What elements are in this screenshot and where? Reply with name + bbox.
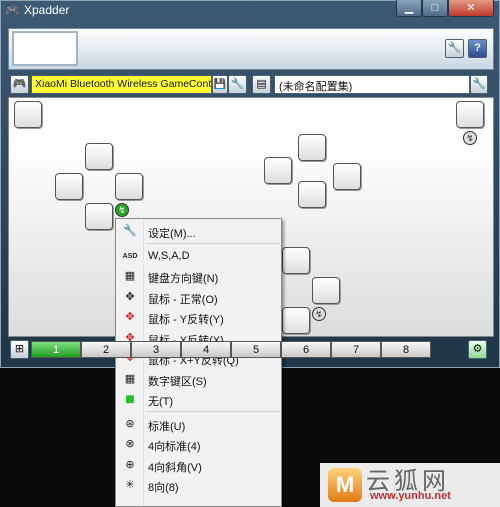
- minimize-button[interactable]: ▁: [396, 0, 422, 17]
- close-icon: ✕: [466, 2, 476, 14]
- sets-button[interactable]: ⊞: [10, 340, 29, 359]
- menu-item-label: W,S,A,D: [148, 249, 190, 262]
- set-tab-4[interactable]: 4: [181, 341, 231, 358]
- menu-separator: [146, 410, 280, 412]
- none-green-square-icon: ■: [125, 391, 135, 408]
- menu-item-label: 4向斜角(V): [148, 461, 202, 474]
- wrench-icon: 🔧: [230, 78, 245, 90]
- settings-button[interactable]: 🔧: [445, 39, 464, 58]
- menu-item-12[interactable]: ✳ 8向(8): [116, 475, 281, 496]
- gamepad-icon: 🎮: [12, 78, 27, 90]
- menu-item-label: 设定(M)...: [148, 228, 196, 240]
- menu-item-label: 8向(8): [148, 482, 179, 494]
- right-stick-badge-icon[interactable]: ↯: [312, 307, 326, 321]
- button-left-shoulder[interactable]: [14, 101, 42, 128]
- gamepad-icon: ⊞: [14, 343, 25, 355]
- maximize-icon: □: [431, 2, 439, 14]
- controller-image-slot[interactable]: [12, 31, 78, 66]
- wrench-icon: 🔧: [447, 42, 462, 54]
- stick-right-down[interactable]: [282, 307, 310, 334]
- set-settings-button[interactable]: ⚙: [468, 340, 487, 359]
- config-select[interactable]: (未命名配置集): [274, 75, 470, 94]
- menu-item-2[interactable]: ▦ 键盘方向键(N): [116, 266, 281, 287]
- menu-item-label: 数字键区(S): [148, 375, 207, 388]
- stick-right-right[interactable]: [312, 277, 340, 304]
- arrow-keys-icon: ▦: [124, 270, 136, 282]
- watermark-url: www.yunhu.net: [370, 490, 451, 502]
- green-gear-icon: ⚙: [472, 343, 483, 355]
- save-controller-button[interactable]: 💾: [212, 75, 228, 94]
- dpad-right[interactable]: [115, 173, 143, 200]
- profile-button[interactable]: ▤: [252, 75, 271, 94]
- mouse-invert-y-icon: ✥: [125, 311, 135, 323]
- menu-item-11[interactable]: ⊕ 4向斜角(V): [116, 455, 281, 476]
- profile-icon: ▤: [256, 78, 267, 90]
- button-right-shoulder[interactable]: [456, 101, 484, 128]
- mouse-normal-icon: ✥: [125, 290, 135, 303]
- set-tab-8[interactable]: 8: [381, 341, 431, 358]
- menu-item-label: 标准(U): [148, 420, 186, 433]
- dpad-down[interactable]: [85, 203, 113, 230]
- edit-controller-button[interactable]: 🔧: [228, 75, 247, 94]
- set-tab-1[interactable]: 1: [31, 341, 81, 358]
- menu-item-label: 鼠标 - 正常(O): [148, 293, 218, 306]
- set-tab-6[interactable]: 6: [281, 341, 331, 358]
- stick-context-menu: 🔧 设定(M)... ASD W,S,A,D ▦ 键盘方向键(N) ✥ 鼠标 - 正常(O) ✥…: [115, 218, 282, 507]
- close-button[interactable]: ✕: [448, 0, 494, 17]
- right-shoulder-badge-icon[interactable]: ↯: [463, 131, 477, 145]
- dpad-badge-icon[interactable]: ↯: [115, 203, 129, 217]
- standard-stick-icon: ⊛: [125, 417, 135, 430]
- face-button-left[interactable]: [264, 157, 292, 184]
- controller-select[interactable]: XiaoMi Bluetooth Wireless GameController: [31, 75, 212, 94]
- window-title: Xpadder: [24, 3, 70, 17]
- menu-item-label: 4向标准(4): [148, 441, 201, 453]
- help-icon: ?: [474, 42, 481, 54]
- menu-item-8[interactable]: ■ 无(T): [116, 389, 281, 410]
- app-icon: 🎮: [5, 3, 20, 17]
- menu-item-9[interactable]: ⊛ 标准(U): [116, 414, 281, 435]
- edit-config-button[interactable]: 🔧: [470, 75, 488, 94]
- menu-item-3[interactable]: ✥ 鼠标 - 正常(O): [116, 287, 281, 308]
- set-tab-2[interactable]: 2: [81, 341, 131, 358]
- wrench-icon: 🔧: [123, 225, 137, 237]
- menu-item-0[interactable]: 🔧 设定(M)...: [116, 221, 281, 242]
- set-tab-5[interactable]: 5: [231, 341, 281, 358]
- menu-separator: [146, 242, 280, 244]
- menu-item-10[interactable]: ⊗ 4向标准(4): [116, 434, 281, 455]
- watermark-logo: M: [328, 468, 362, 502]
- numpad-icon: ▦: [124, 372, 136, 385]
- wasd-icon: ASD: [122, 252, 138, 260]
- minimize-icon: ▁: [404, 2, 414, 14]
- menu-item-label: 无(T): [148, 396, 174, 408]
- eight-way-icon: ✳: [125, 479, 135, 491]
- menu-item-7[interactable]: ▦ 数字键区(S): [116, 369, 281, 390]
- four-way-diagonal-icon: ⊕: [125, 458, 135, 471]
- face-button-bottom[interactable]: [298, 181, 326, 208]
- set-tab-7[interactable]: 7: [331, 341, 381, 358]
- dpad-up[interactable]: [85, 143, 113, 170]
- floppy-icon: 💾: [213, 79, 227, 90]
- menu-item-label: 键盘方向键(N): [148, 273, 219, 285]
- wrench-icon: 🔧: [472, 78, 486, 90]
- four-way-standard-icon: ⊗: [125, 438, 135, 450]
- header-panel: [8, 28, 494, 70]
- face-button-right[interactable]: [333, 163, 361, 190]
- menu-item-1[interactable]: ASD W,S,A,D: [116, 246, 281, 267]
- set-tab-3[interactable]: 3: [131, 341, 181, 358]
- maximize-button[interactable]: □: [422, 0, 448, 17]
- help-button[interactable]: ?: [468, 39, 487, 58]
- controller-button[interactable]: 🎮: [10, 75, 29, 94]
- menu-item-label: 鼠标 - Y反转(Y): [148, 314, 224, 326]
- face-button-top[interactable]: [298, 134, 326, 161]
- stick-right-up[interactable]: [282, 247, 310, 274]
- dpad-left[interactable]: [55, 173, 83, 200]
- menu-item-4[interactable]: ✥ 鼠标 - Y反转(Y): [116, 307, 281, 328]
